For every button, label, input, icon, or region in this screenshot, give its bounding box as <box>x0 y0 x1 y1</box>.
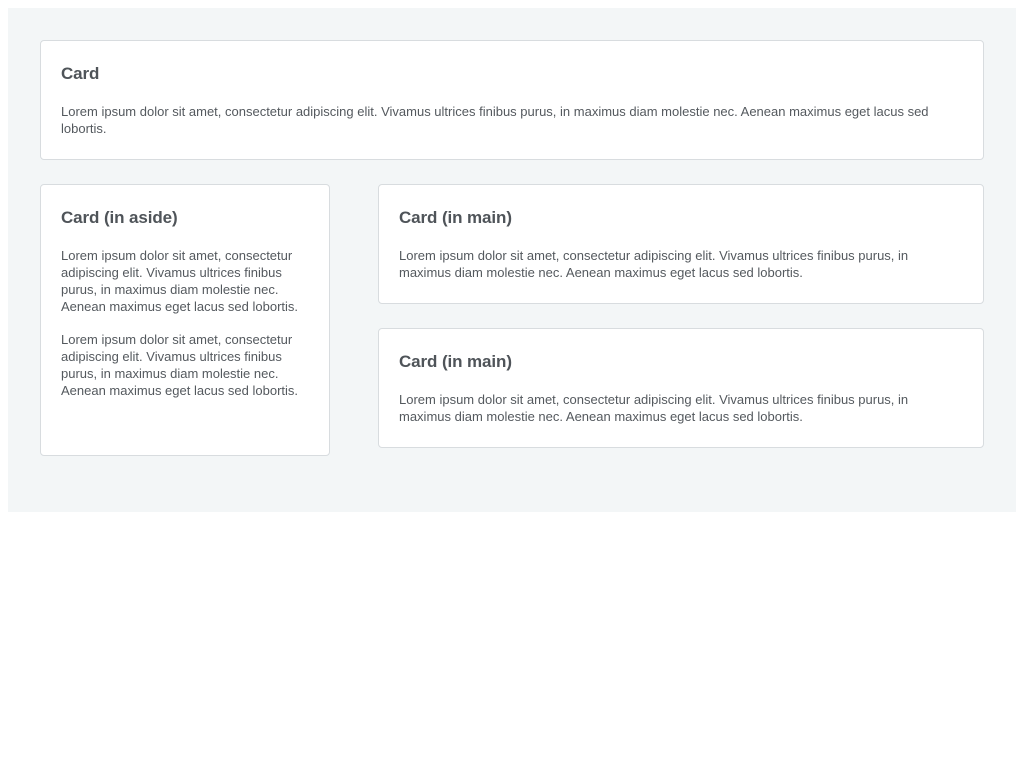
card-main-2: Card (in main) Lorem ipsum dolor sit ame… <box>378 328 984 448</box>
card-text: Lorem ipsum dolor sit amet, consectetur … <box>399 392 909 424</box>
card-top: Card Lorem ipsum dolor sit amet, consect… <box>40 40 984 160</box>
card-title: Card (in main) <box>399 208 512 227</box>
card-text: Lorem ipsum dolor sit amet, consectetur … <box>61 332 299 398</box>
card-main-1: Card (in main) Lorem ipsum dolor sit ame… <box>378 184 984 304</box>
card-text: Lorem ipsum dolor sit amet, consectetur … <box>61 248 299 314</box>
card-text: Lorem ipsum dolor sit amet, consectetur … <box>61 104 929 136</box>
card-title: Card (in aside) <box>61 208 178 227</box>
card-text: Lorem ipsum dolor sit amet, consectetur … <box>399 248 909 280</box>
page-canvas: Card Lorem ipsum dolor sit amet, consect… <box>8 8 1016 512</box>
card-title: Card <box>61 64 100 83</box>
card-aside: Card (in aside) Lorem ipsum dolor sit am… <box>40 184 330 456</box>
card-title: Card (in main) <box>399 352 512 371</box>
